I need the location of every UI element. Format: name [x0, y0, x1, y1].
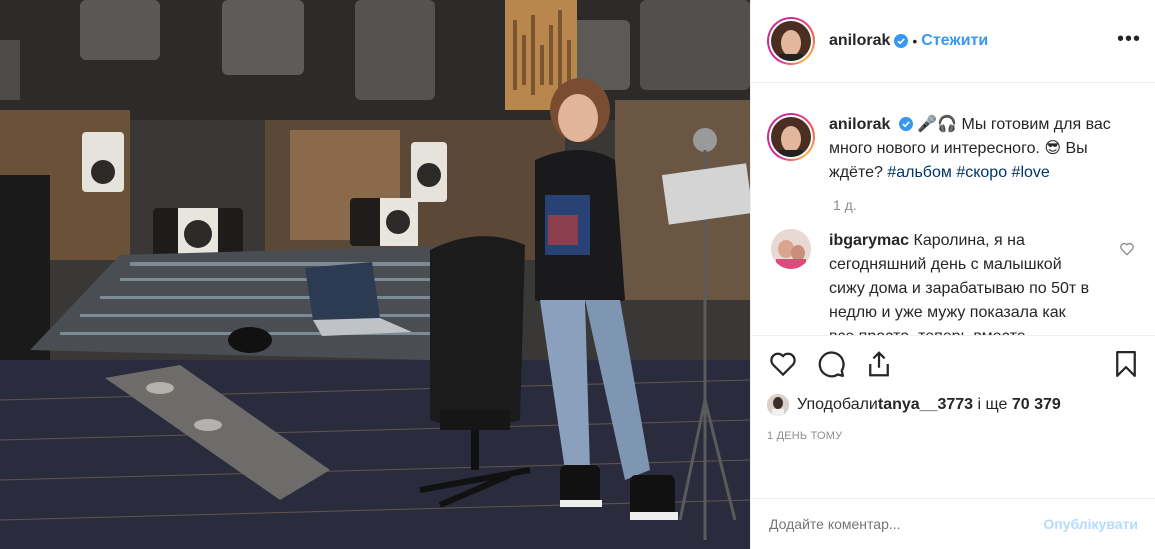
liker-username[interactable]: tanya__3773	[878, 396, 973, 414]
post-actions: Уподобали tanya__3773 і ще 70 379 1 ДЕНЬ…	[751, 335, 1155, 465]
comments-list[interactable]: anilorak 🎤🎧 Мы готовим для вас много нов…	[751, 83, 1155, 335]
add-comment-bar: Опублікувати	[751, 498, 1155, 549]
author-avatar[interactable]	[767, 17, 815, 65]
comment-text: ibgarymac Каролина, я на сегодняшний ден…	[829, 229, 1091, 335]
follow-button[interactable]: Стежити	[921, 32, 988, 50]
likes-prefix: Уподобали	[797, 396, 878, 413]
hashtag-link[interactable]: #скоро	[956, 164, 1007, 181]
small-heart-icon[interactable]	[1119, 241, 1135, 257]
likes-middle: і ще	[973, 396, 1012, 413]
bookmark-icon[interactable]	[1106, 344, 1146, 384]
post-photo[interactable]	[0, 0, 750, 549]
heart-icon[interactable]	[763, 344, 803, 384]
caption-username[interactable]: anilorak	[829, 116, 890, 133]
commenter-username[interactable]: ibgarymac	[829, 232, 909, 249]
commenter-avatar[interactable]	[771, 229, 811, 269]
caption-age[interactable]: 1 д.	[833, 197, 1139, 213]
separator-dot: •	[912, 33, 918, 49]
verified-icon	[894, 34, 909, 48]
caption-avatar[interactable]	[767, 113, 815, 161]
verified-icon	[898, 117, 913, 131]
post-caption: anilorak 🎤🎧 Мы готовим для вас много нов…	[767, 83, 1139, 185]
hashtag-link[interactable]: #love	[1012, 164, 1050, 181]
hashtag-link[interactable]: #альбом	[887, 164, 952, 181]
post-details-panel: anilorak • Стежити ••• anilorak 🎤🎧 Мы го…	[750, 0, 1155, 549]
post-header: anilorak • Стежити •••	[751, 0, 1155, 83]
author-username[interactable]: anilorak	[829, 32, 890, 50]
publish-button[interactable]: Опублікувати	[1043, 516, 1138, 532]
studio-photo-illustration	[0, 0, 750, 549]
comment-icon[interactable]	[811, 344, 851, 384]
post-timestamp[interactable]: 1 ДЕНЬ ТОМУ	[751, 416, 1155, 442]
action-icons-row	[751, 336, 1155, 386]
likes-summary: Уподобали tanya__3773 і ще 70 379	[751, 386, 1155, 416]
avatar-image	[771, 21, 811, 61]
avatar-image	[771, 117, 811, 157]
comment-input[interactable]	[769, 516, 1044, 532]
liker-avatar[interactable]	[767, 394, 789, 416]
caption-emoji: 🎤🎧	[917, 116, 958, 133]
comment-item: ibgarymac Каролина, я на сегодняшний ден…	[767, 229, 1139, 335]
share-icon[interactable]	[859, 344, 899, 384]
caption-text: anilorak 🎤🎧 Мы готовим для вас много нов…	[829, 113, 1139, 185]
likes-count[interactable]: 70 379	[1012, 396, 1061, 414]
more-options-icon[interactable]: •••	[1117, 29, 1141, 49]
